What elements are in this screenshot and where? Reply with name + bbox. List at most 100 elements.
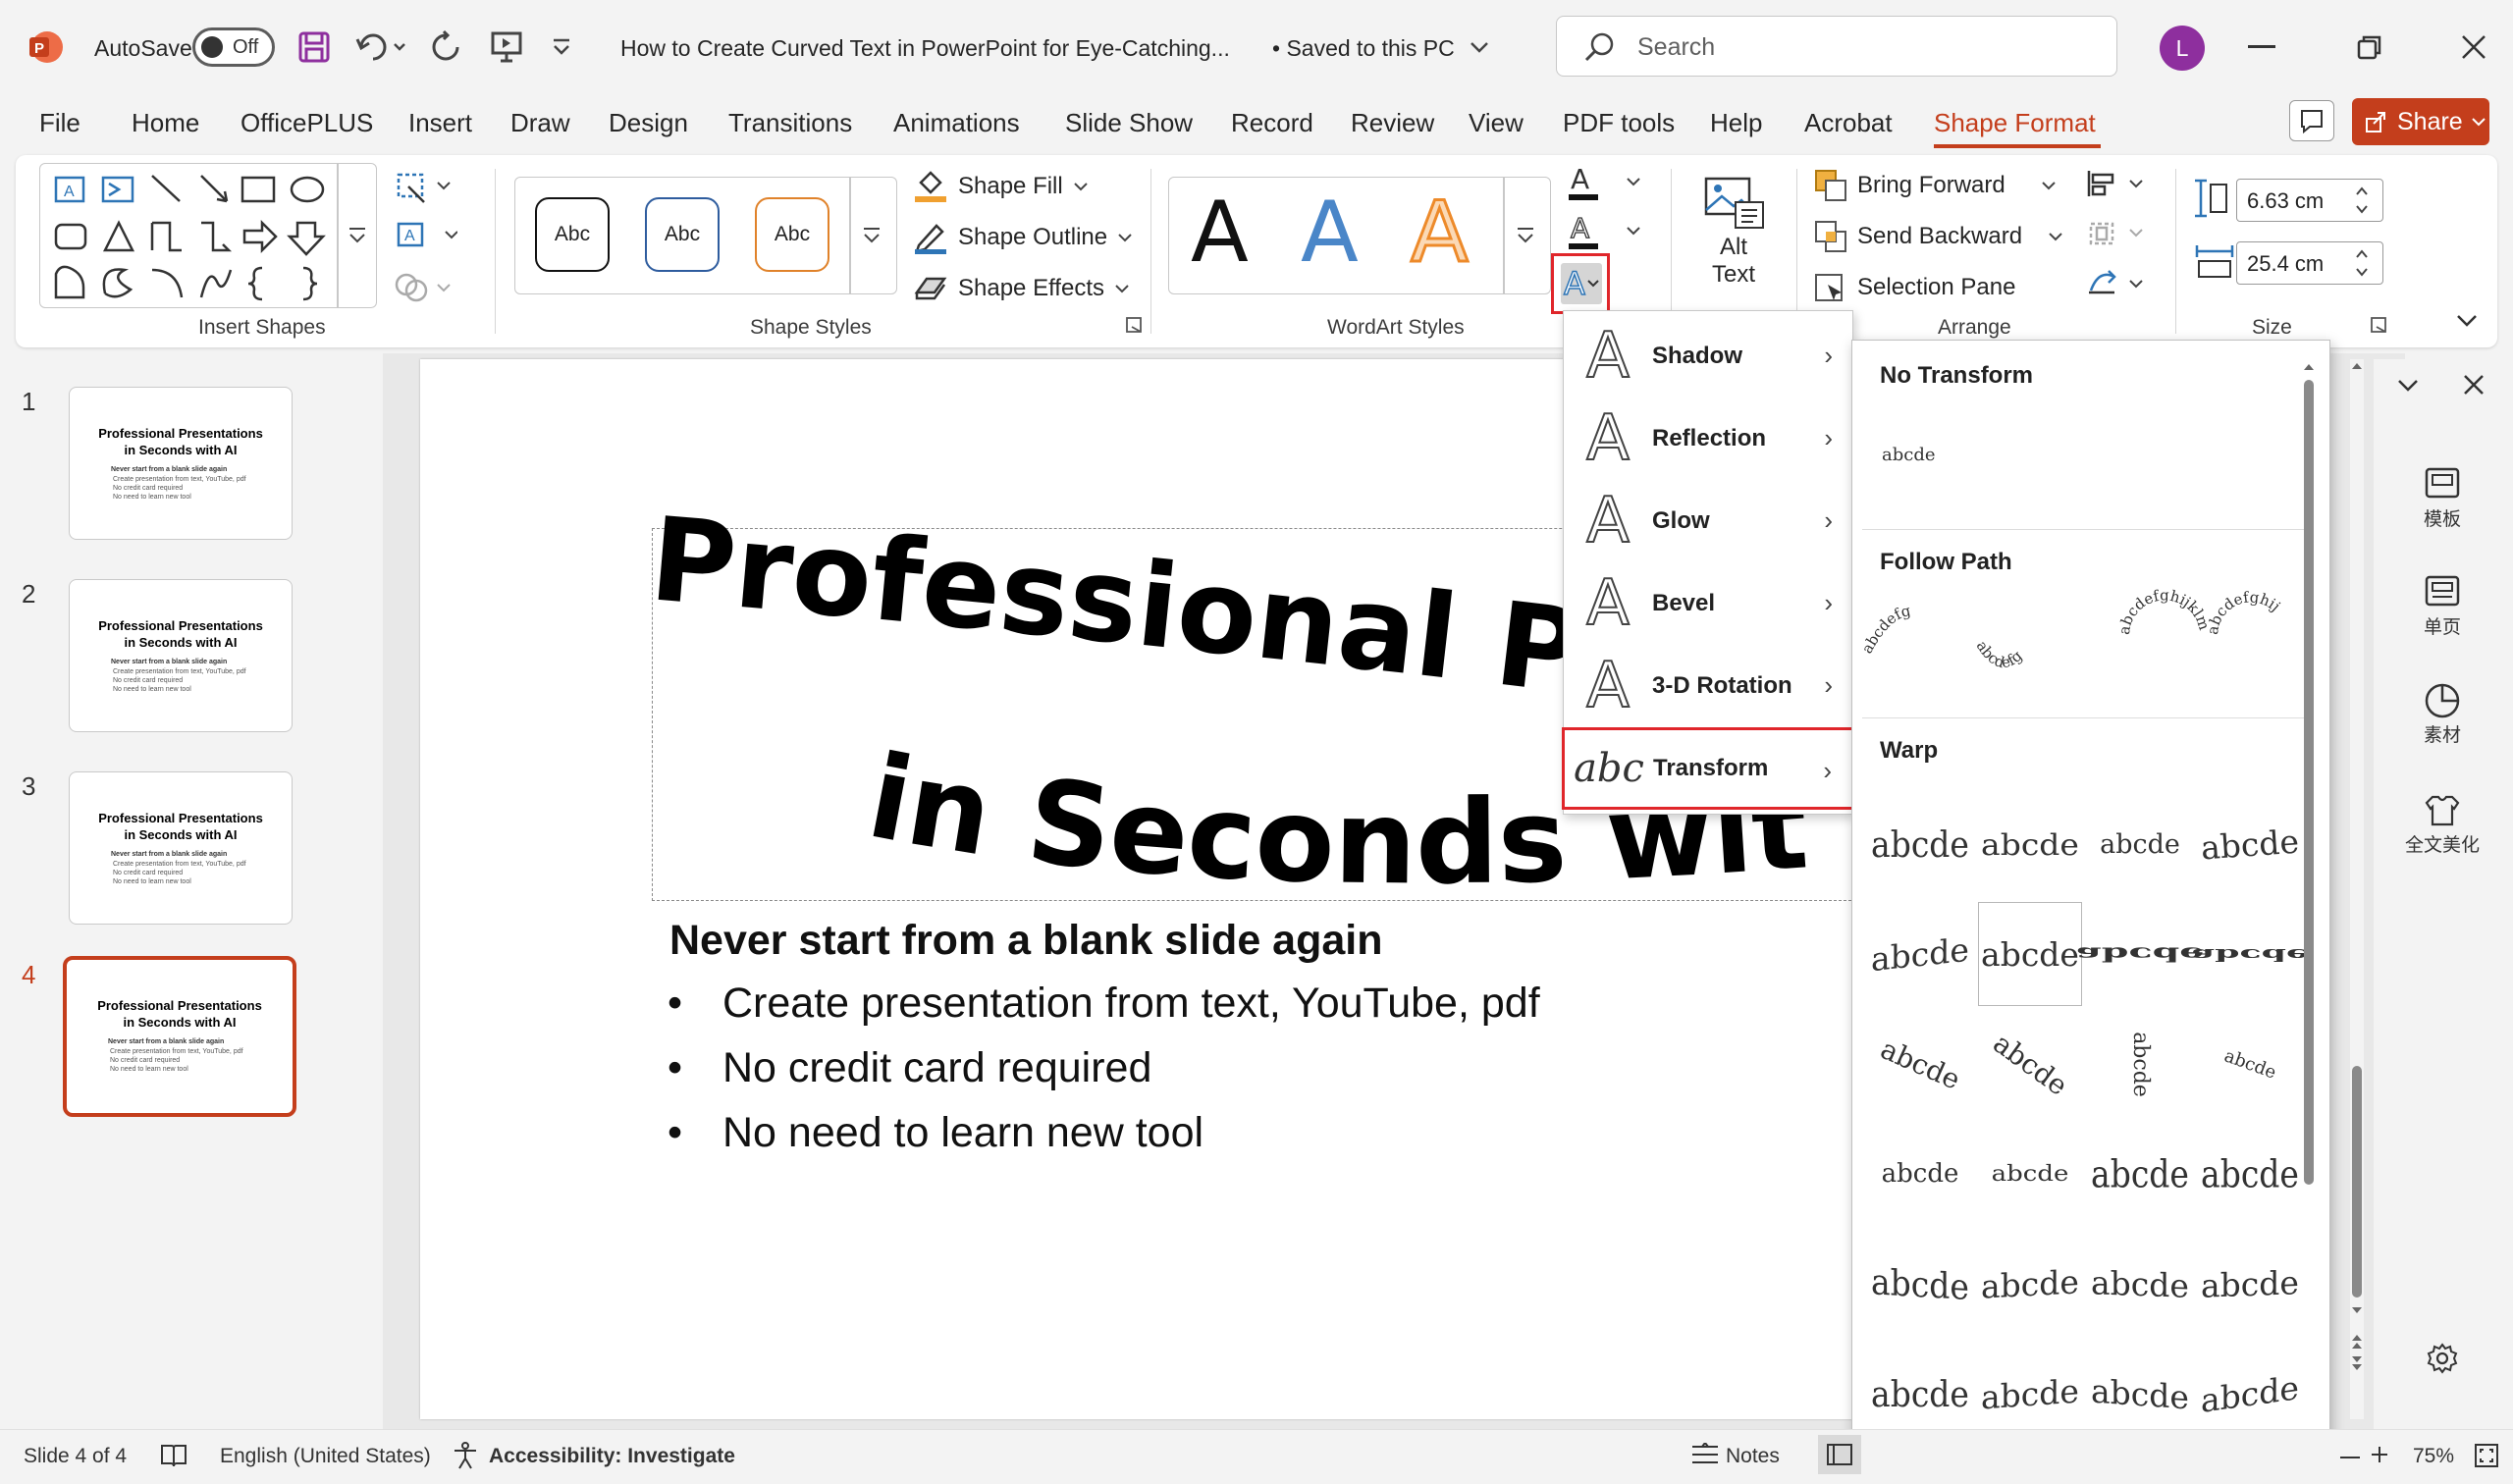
warp-option[interactable]: abcde bbox=[2088, 792, 2192, 896]
rp-item-materials[interactable]: 素材 bbox=[2393, 681, 2491, 747]
warp-option[interactable]: abcde bbox=[2198, 1012, 2302, 1116]
width-spinner-icon[interactable] bbox=[2354, 245, 2370, 281]
shape-effects-button[interactable]: Shape Effects bbox=[913, 271, 1130, 306]
tab-animations[interactable]: Animations bbox=[893, 108, 1020, 138]
rp-item-templates[interactable]: 模板 bbox=[2393, 465, 2491, 531]
warp-option[interactable]: abcde bbox=[1978, 1232, 2082, 1336]
tab-transitions[interactable]: Transitions bbox=[728, 108, 852, 138]
wordart-style-orange[interactable]: A bbox=[1410, 183, 1470, 284]
comments-button[interactable] bbox=[2289, 100, 2334, 141]
no-transform-option[interactable]: abcde bbox=[1882, 445, 1936, 465]
spelling-check-icon[interactable] bbox=[159, 1443, 188, 1468]
tab-design[interactable]: Design bbox=[609, 108, 688, 138]
tab-file[interactable]: File bbox=[39, 108, 80, 138]
slide-thumbnail-2[interactable]: Professional Presentations in Seconds wit… bbox=[69, 579, 293, 732]
text-effects-button[interactable]: A bbox=[1561, 263, 1602, 304]
fit-to-window-icon[interactable] bbox=[2472, 1441, 2501, 1470]
warp-option[interactable]: abcde bbox=[1978, 792, 2082, 896]
warp-option[interactable]: abcde bbox=[2088, 1012, 2192, 1116]
shape-styles-more-icon[interactable] bbox=[861, 225, 882, 246]
customize-toolbar-icon[interactable] bbox=[550, 37, 573, 57]
zoom-level[interactable]: 75% bbox=[2413, 1445, 2454, 1468]
send-backward-button[interactable]: Send Backward bbox=[1814, 220, 2063, 253]
warp-option[interactable]: abcde bbox=[1868, 792, 1972, 896]
slide-bullet[interactable]: Create presentation from text, YouTube, … bbox=[722, 980, 1540, 1028]
tab-home[interactable]: Home bbox=[132, 108, 199, 138]
restore-icon[interactable] bbox=[2356, 33, 2383, 61]
close-icon[interactable] bbox=[2460, 33, 2487, 61]
gallery-scroll-thumb[interactable] bbox=[2304, 380, 2314, 1185]
slide-bullet[interactable]: No need to learn new tool bbox=[722, 1109, 1203, 1157]
collapse-ribbon-icon[interactable] bbox=[2454, 310, 2480, 330]
tab-review[interactable]: Review bbox=[1351, 108, 1434, 138]
tab-officeplus[interactable]: OfficePLUS bbox=[241, 108, 373, 138]
notes-button[interactable]: Notes bbox=[1726, 1445, 1780, 1468]
slide-subtitle[interactable]: Never start from a blank slide again bbox=[669, 917, 1383, 965]
zoom-out-icon[interactable] bbox=[2340, 1457, 2360, 1458]
scroll-thumb[interactable] bbox=[2352, 1066, 2362, 1298]
tab-view[interactable]: View bbox=[1469, 108, 1524, 138]
zoom-in-icon[interactable] bbox=[2368, 1443, 2391, 1466]
effects-menu-item-transform[interactable]: abc Transform › bbox=[1562, 727, 1854, 810]
tab-shape-format[interactable]: Shape Format bbox=[1934, 108, 2096, 138]
warp-option[interactable]: abcde bbox=[2191, 902, 2308, 1006]
effects-menu-item-shadow[interactable]: A Shadow › bbox=[1564, 315, 1852, 398]
minimize-icon[interactable] bbox=[2248, 45, 2275, 48]
warp-option[interactable]: abcde bbox=[2198, 1122, 2302, 1226]
save-status-chevron-icon[interactable] bbox=[1469, 37, 1490, 57]
tab-insert[interactable]: Insert bbox=[408, 108, 472, 138]
shape-styles-launcher-icon[interactable] bbox=[1125, 316, 1143, 334]
tab-record[interactable]: Record bbox=[1231, 108, 1313, 138]
warp-option[interactable]: abcde bbox=[1868, 902, 1972, 1006]
scroll-down-icon[interactable] bbox=[2350, 1303, 2364, 1317]
autosave-toggle[interactable]: Off bbox=[192, 27, 275, 67]
slide-thumbnail-1[interactable]: Professional Presentations in Seconds wit… bbox=[69, 387, 293, 540]
tab-help[interactable]: Help bbox=[1710, 108, 1762, 138]
effects-menu-item-reflection[interactable]: A Reflection › bbox=[1564, 398, 1852, 480]
warp-option[interactable]: abcde bbox=[1868, 1012, 1972, 1116]
undo-icon[interactable] bbox=[353, 29, 408, 65]
redo-icon[interactable] bbox=[430, 29, 465, 65]
alt-text-button[interactable]: Alt Text bbox=[1694, 173, 1773, 300]
warp-option[interactable]: abcde bbox=[1978, 902, 2082, 1006]
normal-view-button[interactable] bbox=[1818, 1435, 1861, 1474]
warp-option[interactable]: abcde bbox=[1868, 1232, 1972, 1336]
vertical-scrollbar[interactable] bbox=[2350, 359, 2364, 1419]
text-outline-button[interactable]: A bbox=[1567, 214, 1645, 253]
tab-slide-show[interactable]: Slide Show bbox=[1065, 108, 1193, 138]
tab-acrobat[interactable]: Acrobat bbox=[1804, 108, 1893, 138]
save-status[interactable]: • Saved to this PC bbox=[1272, 35, 1455, 62]
effects-menu-item-3-d-rotation[interactable]: A 3-D Rotation › bbox=[1564, 645, 1852, 727]
accessibility-status[interactable]: Accessibility: Investigate bbox=[489, 1445, 735, 1468]
warp-option[interactable]: abcde bbox=[1868, 1122, 1972, 1226]
presentation-icon[interactable] bbox=[489, 29, 524, 65]
shape-style-orange[interactable]: Abc bbox=[755, 197, 829, 272]
rp-item-beautify[interactable]: 全文美化 bbox=[2393, 791, 2491, 857]
tab-draw[interactable]: Draw bbox=[510, 108, 570, 138]
wordart-style-blue[interactable]: A bbox=[1301, 184, 1359, 282]
align-icon[interactable] bbox=[2085, 167, 2154, 304]
prev-slide-icon[interactable] bbox=[2350, 1331, 2364, 1370]
shape-fill-button[interactable]: Shape Fill bbox=[913, 169, 1089, 204]
slide-thumbnail-3[interactable]: Professional Presentations in Seconds wit… bbox=[69, 771, 293, 925]
accessibility-icon[interactable] bbox=[452, 1441, 483, 1470]
text-fill-button[interactable]: A bbox=[1567, 165, 1645, 204]
warp-option[interactable]: abcde bbox=[1978, 1122, 2082, 1226]
notes-icon[interactable] bbox=[1688, 1443, 1722, 1468]
selection-pane-button[interactable]: Selection Pane bbox=[1814, 271, 2015, 304]
slide-bullet[interactable]: No credit card required bbox=[722, 1044, 1151, 1092]
gallery-scrollbar[interactable] bbox=[2302, 350, 2316, 1459]
tab-pdf-tools[interactable]: PDF tools bbox=[1563, 108, 1675, 138]
document-title[interactable]: How to Create Curved Text in PowerPoint … bbox=[620, 35, 1230, 62]
warp-option[interactable]: abcde bbox=[2088, 1122, 2192, 1226]
shape-style-blue[interactable]: Abc bbox=[645, 197, 720, 272]
slide-thumbnail-4[interactable]: Professional Presentations in Seconds wit… bbox=[63, 956, 296, 1117]
warp-option[interactable]: abcde bbox=[2076, 902, 2204, 1006]
language-status[interactable]: English (United States) bbox=[220, 1445, 431, 1468]
warp-option[interactable]: abcde bbox=[2198, 792, 2302, 896]
effects-menu-item-bevel[interactable]: A Bevel › bbox=[1564, 562, 1852, 645]
search-box[interactable]: Search bbox=[1556, 16, 2117, 77]
share-button[interactable]: Share bbox=[2352, 98, 2489, 145]
save-icon[interactable] bbox=[296, 29, 332, 65]
pane-close-icon[interactable] bbox=[2462, 373, 2486, 397]
